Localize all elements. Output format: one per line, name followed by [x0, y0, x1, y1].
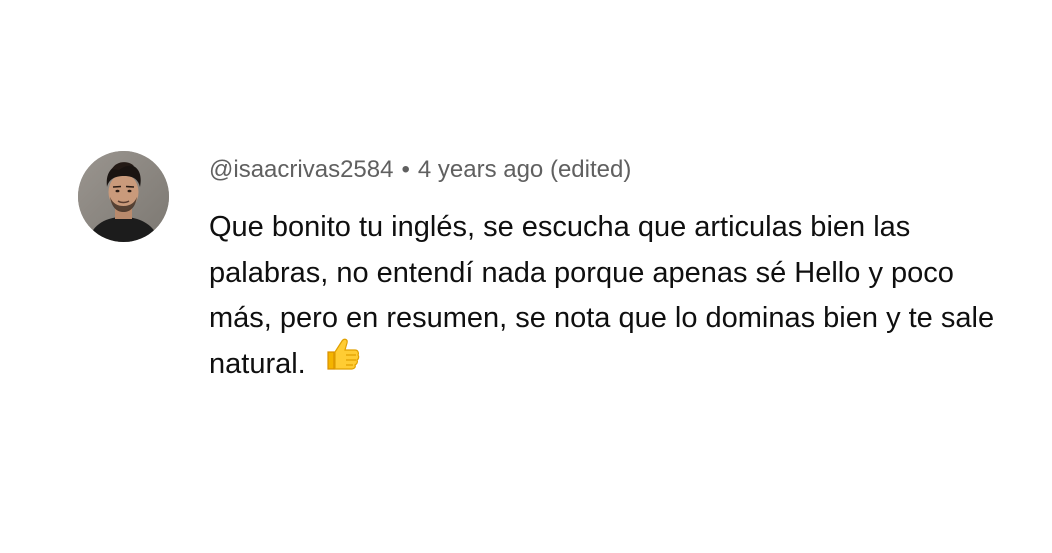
comment-meta: @isaacrivas2584 • 4 years ago (edited)	[209, 155, 1009, 185]
comment: @isaacrivas2584 • 4 years ago (edited) Que…	[78, 151, 1018, 388]
comment-text-wrapper: Que bonito tu inglés, se escucha que art…	[209, 205, 999, 388]
comment-content: @isaacrivas2584 • 4 years ago (edited) Que…	[209, 151, 1009, 388]
meta-separator: •	[401, 156, 410, 183]
avatar[interactable]	[78, 151, 169, 242]
page: @isaacrivas2584 • 4 years ago (edited) Que…	[0, 0, 1052, 553]
edited-label: (edited)	[549, 156, 632, 183]
avatar-image	[78, 151, 169, 242]
timestamp[interactable]: 4 years ago	[418, 156, 543, 183]
thumbs-up-icon	[322, 334, 362, 389]
author-handle[interactable]: @isaacrivas2584	[209, 156, 393, 183]
